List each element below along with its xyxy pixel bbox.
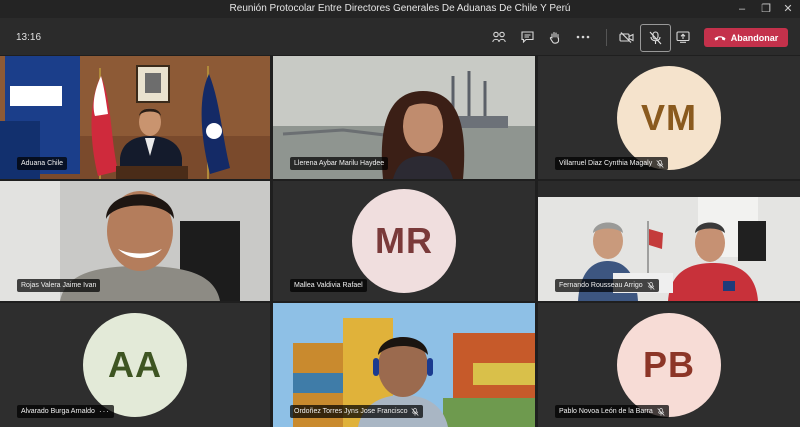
window-title: Reunión Protocolar Entre Directores Gene… (229, 3, 571, 14)
participant-name-tag: Rojas Valera Jaime Ivan (17, 279, 101, 292)
more-options-icon[interactable] (573, 27, 593, 47)
maximize-icon[interactable]: ❐ (754, 0, 778, 18)
phone-hangup-icon (714, 35, 726, 41)
microphone-off-icon (649, 31, 662, 45)
microphone-off-icon (656, 159, 664, 168)
raise-hand-icon[interactable] (545, 27, 565, 47)
video-tile[interactable]: Rojas Valera Jaime Ivan (0, 181, 270, 301)
video-grid: Aduana Chile Llerena Aybar Marilu Haydee… (0, 55, 800, 427)
minimize-icon[interactable]: – (730, 0, 754, 18)
share-screen-icon[interactable] (673, 27, 693, 47)
more-options-icon[interactable]: ··· (99, 405, 110, 418)
video-tile[interactable]: Llerena Aybar Marilu Haydee (273, 56, 535, 179)
camera-off-icon[interactable] (616, 27, 636, 47)
video-tile[interactable]: Fernando Rousseau Arrigo (538, 181, 800, 301)
participant-name-tag: Ordoñez Torres Jyns Jose Francisco (290, 405, 424, 418)
microphone-off-icon (647, 281, 655, 290)
chat-icon[interactable] (517, 27, 537, 47)
toolbar-divider (606, 29, 607, 46)
meeting-toolbar: 13:16 Abandonar (0, 18, 800, 55)
video-tile[interactable]: PB Pablo Novoa León de la Barra (538, 303, 800, 427)
close-icon[interactable]: ✕ (776, 0, 800, 18)
video-tile[interactable]: MR Mallea Valdivia Rafael (273, 181, 535, 301)
avatar: MR (352, 189, 456, 293)
participant-name-tag: Villarruel Diaz Cynthia Magaly (555, 157, 669, 170)
leave-label: Abandonar (730, 32, 779, 43)
video-tile[interactable]: VM Villarruel Diaz Cynthia Magaly (538, 56, 800, 179)
leave-meeting-button[interactable]: Abandonar (704, 28, 788, 47)
window-title-bar: Reunión Protocolar Entre Directores Gene… (0, 0, 800, 18)
participant-name-tag: Aduana Chile (17, 157, 68, 170)
video-tile[interactable]: Ordoñez Torres Jyns Jose Francisco (273, 303, 535, 427)
participant-name-tag: Llerena Aybar Marilu Haydee (290, 157, 389, 170)
participant-name-tag: Mallea Valdivia Rafael (290, 279, 367, 292)
video-tile[interactable]: AA Alvarado Burga Arnaldo ··· (0, 303, 270, 427)
microphone-off-icon (411, 407, 420, 416)
video-tile[interactable]: Aduana Chile (0, 56, 270, 179)
participant-name-tag: Fernando Rousseau Arrigo (555, 279, 659, 292)
avatar: AA (83, 313, 187, 417)
avatar: PB (617, 313, 721, 417)
participant-name-tag: Alvarado Burga Arnaldo ··· (17, 405, 114, 418)
avatar: VM (617, 65, 721, 170)
microphone-off-icon (657, 407, 665, 416)
participants-icon[interactable] (489, 27, 509, 47)
mute-button[interactable] (640, 24, 671, 52)
participant-name-tag: Pablo Novoa León de la Barra (555, 405, 669, 418)
meeting-timer: 13:16 (16, 32, 42, 43)
